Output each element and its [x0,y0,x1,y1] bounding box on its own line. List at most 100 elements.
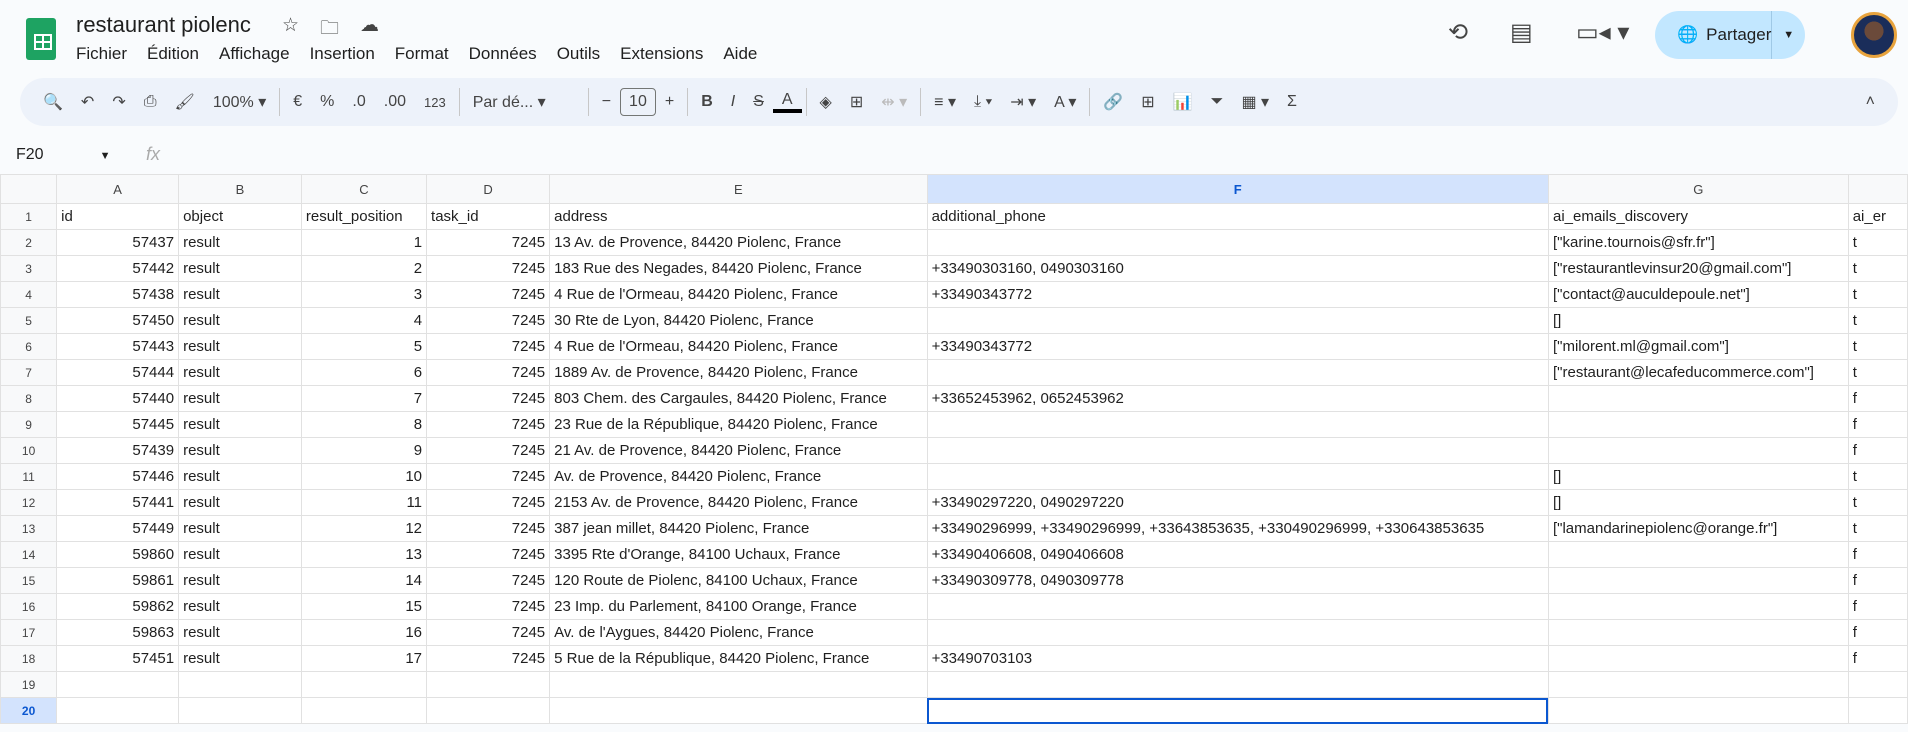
cell[interactable]: 7245 [426,307,551,334]
row-header[interactable]: 4 [0,281,58,308]
cell[interactable] [178,697,302,724]
cell[interactable]: t [1847,515,1908,542]
cell[interactable]: t [1847,489,1908,516]
cell[interactable]: f [1847,437,1908,464]
menu-6[interactable]: Outils [557,44,600,64]
cell[interactable]: f [1847,411,1908,438]
cell[interactable]: result [178,567,302,594]
cell[interactable]: t [1847,307,1908,334]
cell[interactable] [178,671,302,698]
cell[interactable]: additional_phone [926,203,1549,230]
filter-views-icon[interactable]: ▦ ▾ [1232,92,1278,112]
cell[interactable]: object [178,203,302,230]
menu-2[interactable]: Affichage [219,44,290,64]
cell[interactable]: 5 [300,333,428,360]
cell[interactable]: result [178,515,302,542]
cell[interactable]: result [178,619,302,646]
cell[interactable] [926,437,1549,464]
cell[interactable]: result [178,385,302,412]
cell[interactable] [1547,437,1849,464]
cell[interactable]: 5 Rue de la République, 84420 Piolenc, F… [549,645,928,672]
cell[interactable]: 3395 Rte d'Orange, 84100 Uchaux, France [549,541,928,568]
cell[interactable] [426,671,551,698]
cell[interactable]: f [1847,541,1908,568]
cell[interactable]: ["milorent.ml@gmail.com"] [1547,333,1849,360]
row-header[interactable]: 3 [0,255,58,282]
column-header[interactable]: D [426,174,551,204]
cell[interactable]: f [1847,567,1908,594]
cell[interactable]: 15 [300,593,428,620]
row-header[interactable]: 19 [0,671,58,698]
cell[interactable] [300,671,428,698]
link-icon[interactable]: 🔗 [1094,92,1132,112]
cell[interactable] [1847,671,1908,698]
cell[interactable]: 6 [300,359,428,386]
cell[interactable] [1547,645,1849,672]
cell[interactable]: result [178,255,302,282]
row-header[interactable]: 15 [0,567,58,594]
cell[interactable]: f [1847,385,1908,412]
cell[interactable]: 13 [300,541,428,568]
row-header[interactable]: 11 [0,463,58,490]
cloud-saved-icon[interactable]: ☁ [360,14,379,37]
cell[interactable]: 7245 [426,385,551,412]
cell[interactable] [1547,411,1849,438]
cell[interactable] [926,229,1549,256]
borders-icon[interactable]: ⊞ [841,92,872,112]
cell[interactable]: +33490406608, 0490406608 [926,541,1549,568]
cell[interactable] [926,697,1549,724]
cell[interactable]: 13 Av. de Provence, 84420 Piolenc, Franc… [549,229,928,256]
cell[interactable]: [] [1547,463,1849,490]
column-header[interactable]: F [926,174,1549,204]
meet-icon[interactable]: ▭◂ ▾ [1576,18,1629,47]
cell[interactable]: 7245 [426,515,551,542]
cell[interactable]: +33652453962, 0652453962 [926,385,1549,412]
cell[interactable] [56,697,180,724]
cell[interactable]: result [178,489,302,516]
row-header[interactable]: 10 [0,437,58,464]
text-color-button[interactable]: A [772,91,802,113]
column-header[interactable] [1847,174,1908,204]
row-header[interactable]: 13 [0,515,58,542]
cell[interactable]: 7245 [426,489,551,516]
cell[interactable]: address [549,203,928,230]
cell[interactable]: t [1847,333,1908,360]
cell[interactable]: t [1847,281,1908,308]
bold-button[interactable]: B [692,93,722,111]
cell[interactable]: 9 [300,437,428,464]
cell[interactable]: 57439 [56,437,180,464]
decrease-decimal-button[interactable]: .0 [343,93,374,111]
cell[interactable]: 57445 [56,411,180,438]
cell[interactable]: 2153 Av. de Provence, 84420 Piolenc, Fra… [549,489,928,516]
cell[interactable]: 57442 [56,255,180,282]
cell[interactable]: f [1847,645,1908,672]
cell[interactable] [926,411,1549,438]
cell[interactable]: 14 [300,567,428,594]
fill-color-icon[interactable]: ◈ [811,92,841,112]
cell[interactable]: ai_emails_discovery [1547,203,1849,230]
cell[interactable]: 57438 [56,281,180,308]
cell[interactable]: +33490703103 [926,645,1549,672]
row-header[interactable]: 6 [0,333,58,360]
cell[interactable]: result [178,411,302,438]
cell[interactable]: 12 [300,515,428,542]
cell[interactable]: 7245 [426,255,551,282]
decrease-font-size-button[interactable]: − [593,93,620,111]
menu-4[interactable]: Format [395,44,449,64]
cell[interactable] [1547,671,1849,698]
comment-icon[interactable]: ⊞ [1132,92,1163,112]
cell[interactable]: 59862 [56,593,180,620]
chart-icon[interactable]: 📊 [1164,92,1202,112]
cell[interactable]: 57443 [56,333,180,360]
cell[interactable]: 59863 [56,619,180,646]
cell[interactable]: result [178,593,302,620]
cell[interactable]: 7245 [426,645,551,672]
cell[interactable]: 183 Rue des Negades, 84420 Piolenc, Fran… [549,255,928,282]
cell[interactable] [1547,593,1849,620]
text-wrap-icon[interactable]: ⇥ ▾ [1001,92,1045,112]
cell[interactable]: 59861 [56,567,180,594]
cell[interactable]: t [1847,463,1908,490]
cell[interactable] [926,359,1549,386]
cell[interactable]: result [178,645,302,672]
cell[interactable]: +33490343772 [926,333,1549,360]
